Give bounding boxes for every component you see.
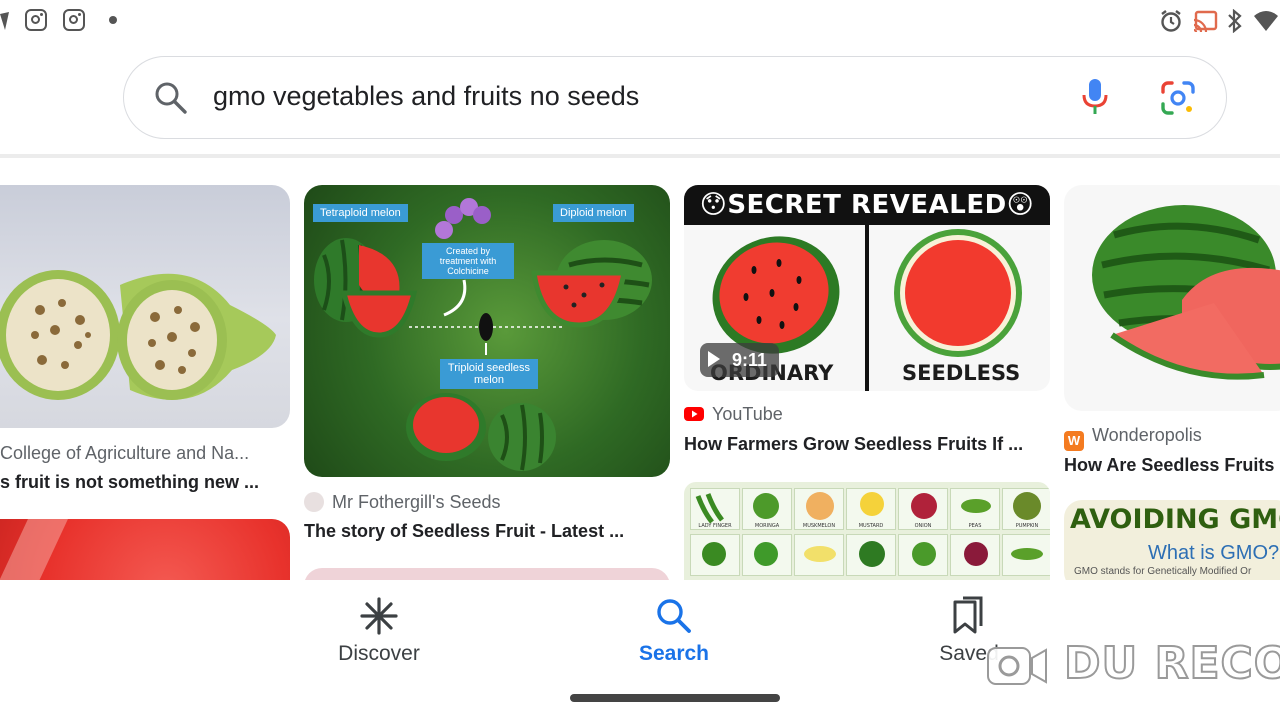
result-source[interactable]: Mr Fothergill's Seeds [304, 492, 501, 513]
image-results-grid: College of Agriculture and Na... s fruit… [0, 162, 1280, 580]
youtube-icon [684, 407, 704, 421]
cast-icon [1193, 10, 1218, 33]
result-image-avoiding-gmo[interactable]: AVOIDING GMO FRUI What is GMO? GMO stand… [1064, 500, 1280, 580]
colchicine-label: Created by treatment with Colchicine [422, 243, 514, 279]
result-title[interactable]: s fruit is not something new ... [0, 472, 290, 493]
gmo-note-text: GMO stands for Genetically Modified Or [1074, 566, 1252, 577]
result-image-banana-cross-section[interactable] [0, 185, 290, 428]
tetraploid-label: Tetraploid melon [313, 204, 408, 222]
triploid-label: Triploid seedless melon [440, 359, 538, 389]
google-lens-icon[interactable] [1160, 80, 1196, 116]
notification-dot-icon [109, 16, 117, 24]
collections-icon [953, 596, 983, 634]
veg-label: PUMPKIN [1016, 523, 1039, 529]
result-title[interactable]: How Farmers Grow Seedless Fruits If ... [684, 434, 1036, 455]
veg-label: MUSTARD [859, 523, 884, 529]
result-image-watermelon-slices[interactable] [1064, 185, 1280, 411]
microphone-icon[interactable] [1081, 78, 1109, 116]
result-image-secret-revealed[interactable]: 😯SECRET REVEALED😲 ORDINARY SEEDLESS 9:11 [684, 185, 1050, 391]
search-header: gmo vegetables and fruits no seeds [0, 42, 1280, 158]
send-icon [0, 12, 9, 30]
search-input[interactable]: gmo vegetables and fruits no seeds [213, 81, 639, 112]
result-title[interactable]: The story of Seedless Fruit - Latest ... [304, 521, 670, 542]
asterisk-icon [360, 597, 398, 635]
triploid-melon-illustration [406, 393, 556, 471]
gmo-title-text: AVOIDING GMO FRUI [1070, 504, 1280, 535]
veg-label: ONION [915, 523, 932, 529]
tetraploid-melon-illustration [314, 238, 418, 338]
search-box[interactable]: gmo vegetables and fruits no seeds [123, 56, 1227, 139]
veg-label: PEAS [969, 523, 982, 529]
alarm-icon [1161, 10, 1181, 32]
instagram-icon [63, 9, 85, 31]
result-source[interactable]: College of Agriculture and Na... [0, 443, 249, 464]
result-title[interactable]: How Are Seedless Fruits [1064, 455, 1280, 476]
result-image-watermelon-flesh[interactable] [0, 519, 290, 580]
home-gesture-bar[interactable] [570, 694, 780, 702]
play-icon [708, 351, 720, 367]
result-source[interactable]: W Wonderopolis [1064, 425, 1202, 451]
veg-label: LADY FINGER [698, 523, 732, 529]
seedless-label: SEEDLESS [902, 361, 1021, 385]
veg-label: MORINGA [755, 523, 780, 529]
recorder-watermark: DU RECO [986, 637, 1280, 694]
watermark-text: DU RECO [1063, 637, 1280, 690]
nav-search-label: Search [638, 642, 710, 665]
result-image-partial[interactable] [304, 568, 670, 580]
result-source[interactable]: YouTube [684, 404, 783, 425]
search-icon[interactable] [154, 81, 188, 115]
source-favicon-icon [304, 492, 324, 512]
diploid-label: Diploid melon [553, 204, 634, 222]
result-image-seedless-melon-diagram[interactable]: Tetraploid melon Diploid melon Created b… [304, 185, 670, 477]
wonderopolis-icon: W [1064, 431, 1084, 451]
diploid-melon-illustration [531, 240, 652, 328]
flower-illustration [435, 198, 491, 239]
result-image-vegetable-chart[interactable]: LADY FINGER MORINGA MUSKMELON MUSTARD ONION P… [684, 482, 1050, 580]
nav-discover-label: Discover [338, 642, 420, 665]
video-duration-badge: 9:11 [700, 343, 780, 377]
video-camera-icon [987, 647, 1047, 685]
search-icon [657, 599, 691, 633]
instagram-icon [25, 9, 47, 31]
gmo-subtitle-text: What is GMO? [1148, 542, 1280, 564]
wifi-icon [1254, 11, 1278, 31]
veg-label: MUSKMELON [803, 523, 835, 529]
bluetooth-icon [1228, 9, 1242, 33]
status-bar [0, 0, 1280, 42]
